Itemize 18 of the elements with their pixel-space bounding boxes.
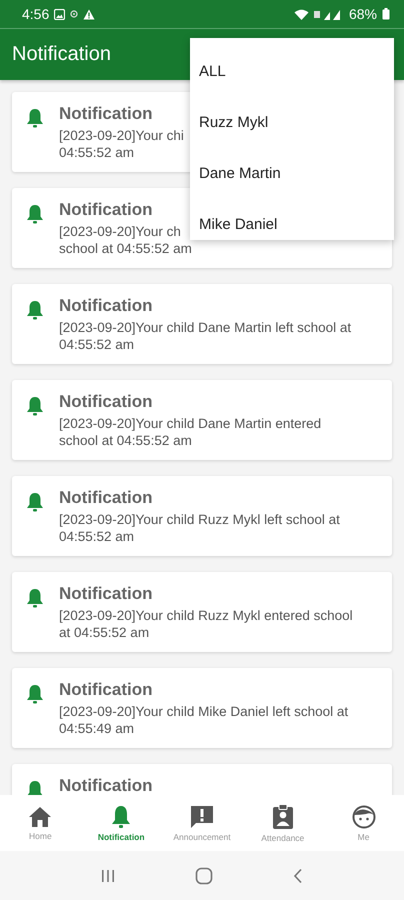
notification-title: Notification xyxy=(59,584,154,604)
notification-title: Notification xyxy=(59,776,152,795)
notification-message: [2023-09-20]Your child Ruzz Mykl entered school at 04:55:52 am xyxy=(59,607,353,641)
app-bar-title: Notification xyxy=(12,43,111,66)
notification-message: [2023-09-20]Your ch school at 04:55:52 am xyxy=(59,223,192,257)
notification-message: [2023-09-20]Your child Dane Martin left school at 04:55:52 am xyxy=(59,319,352,353)
notification-title: Notification xyxy=(59,680,154,700)
notification-title: Notification xyxy=(59,296,154,316)
notification-message: [2023-09-20]Your child Mike Daniel left school at 04:55:49 am xyxy=(59,703,348,737)
notification-message: [2023-09-20]Your child Ruzz Mykl left school at 04:55:52 am xyxy=(59,511,340,545)
notification-title: Notification xyxy=(59,200,154,220)
notification-message: [2023-09-20]Your child Dane Martin entered school at 04:55:52 am xyxy=(59,415,322,449)
battery-percent-text: 68% xyxy=(348,6,377,22)
notification-title: Notification xyxy=(59,392,154,412)
notification-message: [2023-09-20]Your chi 04:55:52 am xyxy=(59,127,184,161)
clock-text: 4:56 xyxy=(22,6,50,22)
notification-title: Notification xyxy=(59,104,154,124)
notification-title: Notification xyxy=(59,488,154,508)
